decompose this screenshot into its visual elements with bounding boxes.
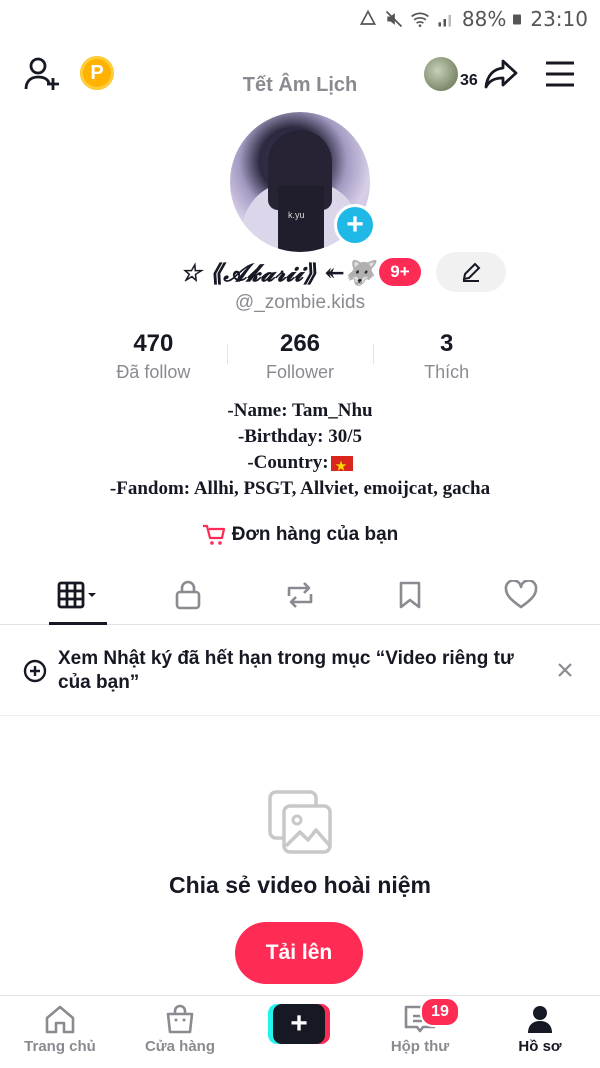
avatar-caption: k.yu — [288, 210, 305, 220]
stat-label: Follower — [265, 362, 335, 382]
upload-button[interactable]: Tải lên — [235, 922, 363, 984]
stats-row: 470 Đã follow 266 Follower 3 Thích — [80, 330, 520, 384]
content-tabs — [0, 568, 600, 625]
shopping-bag-icon — [166, 1004, 194, 1034]
orders-link[interactable]: Đơn hàng của bạn — [0, 520, 600, 550]
bio-line: -Name: Tam_Nhu — [227, 400, 373, 421]
wifi-icon — [411, 12, 429, 27]
stat-label: Thích — [424, 362, 470, 382]
lock-icon — [175, 580, 201, 610]
nav-label: Cửa hàng — [144, 1038, 216, 1055]
profile-icon — [528, 1006, 552, 1033]
data-saver-icon — [359, 9, 376, 25]
username: @_zombie.kids — [234, 292, 366, 313]
pencil-icon — [462, 262, 481, 282]
close-icon[interactable] — [556, 661, 574, 679]
nav-home[interactable]: Trang chủ — [5, 1004, 115, 1064]
expired-stories-notice[interactable]: Xem Nhật ký đã hết hạn trong mục “Video … — [0, 625, 600, 716]
name-row: ☆ ⟪𝓐𝓴𝓪𝓻𝓲𝓲⟫ ↞🐺 9+ — [0, 252, 600, 292]
clock: 23:10 — [530, 7, 588, 31]
tab-reposts[interactable] — [260, 568, 340, 622]
notification-badge[interactable]: 9+ — [379, 258, 421, 286]
stat-value: 266 — [279, 330, 321, 357]
bio-line: -Country: — [0, 450, 600, 479]
nav-shop[interactable]: Cửa hàng — [125, 1004, 235, 1064]
tab-liked[interactable] — [481, 568, 561, 622]
stat-following[interactable]: 470 Đã follow — [80, 330, 227, 384]
tab-favorites[interactable] — [370, 568, 450, 622]
orders-label: Đơn hàng của bạn — [231, 524, 399, 545]
heart-icon — [504, 580, 538, 609]
home-icon — [45, 1005, 75, 1034]
battery-icon — [513, 14, 522, 25]
stat-followers[interactable]: 266 Follower — [226, 330, 374, 384]
empty-state-title: Chia sẻ video hoài niệm — [168, 872, 432, 898]
grid-icon — [57, 581, 96, 609]
battery-percent: 88% — [461, 7, 507, 31]
bio-line: -Birthday: 30/5 — [237, 426, 363, 447]
plus-icon: + — [346, 208, 364, 241]
notice-text: Xem Nhật ký đã hết hạn trong mục “Video … — [58, 648, 514, 693]
signal-icon — [438, 14, 451, 27]
cart-icon — [202, 524, 225, 545]
bio-line: -Fandom: Allhi, PSGT, Allviet, emoijcat,… — [109, 478, 491, 499]
stat-label: Đã follow — [116, 362, 191, 382]
nav-label: Hộp thư — [390, 1038, 450, 1055]
tab-videos[interactable] — [38, 568, 118, 622]
mute-icon — [385, 10, 402, 28]
inbox-badge: 19 — [420, 997, 460, 1027]
bookmark-icon — [399, 581, 421, 609]
display-name: ☆ ⟪𝓐𝓴𝓪𝓻𝓲𝓲⟫ ↞🐺 — [180, 258, 375, 287]
status-bar: 88% 23:10 — [0, 0, 600, 38]
vietnam-flag-icon — [330, 453, 353, 479]
photos-icon — [268, 790, 332, 854]
add-story-icon — [23, 659, 47, 683]
bottom-nav: Trang chủ Cửa hàng + Hộp thư Hồ sơ — [0, 995, 600, 1068]
create-button[interactable]: + — [268, 1004, 330, 1044]
nav-profile[interactable]: Hồ sơ — [485, 1004, 595, 1064]
repost-icon — [287, 582, 313, 608]
stat-value: 3 — [440, 330, 454, 357]
nav-label: Hồ sơ — [518, 1038, 562, 1055]
page-title: Tết Âm Lịch — [242, 74, 358, 96]
add-avatar-button[interactable]: + — [334, 204, 376, 246]
stat-value: 470 — [133, 330, 174, 357]
nav-label: Trang chủ — [24, 1038, 96, 1055]
edit-profile-button[interactable] — [436, 252, 506, 292]
tab-private[interactable] — [148, 568, 228, 622]
profile-bio: -Name: Tam_Nhu -Birthday: 30/5 -Country:… — [0, 398, 600, 502]
stat-likes[interactable]: 3 Thích — [373, 330, 520, 384]
status-icons: 88% 23:10 — [358, 7, 588, 31]
plus-icon: + — [273, 1004, 325, 1044]
